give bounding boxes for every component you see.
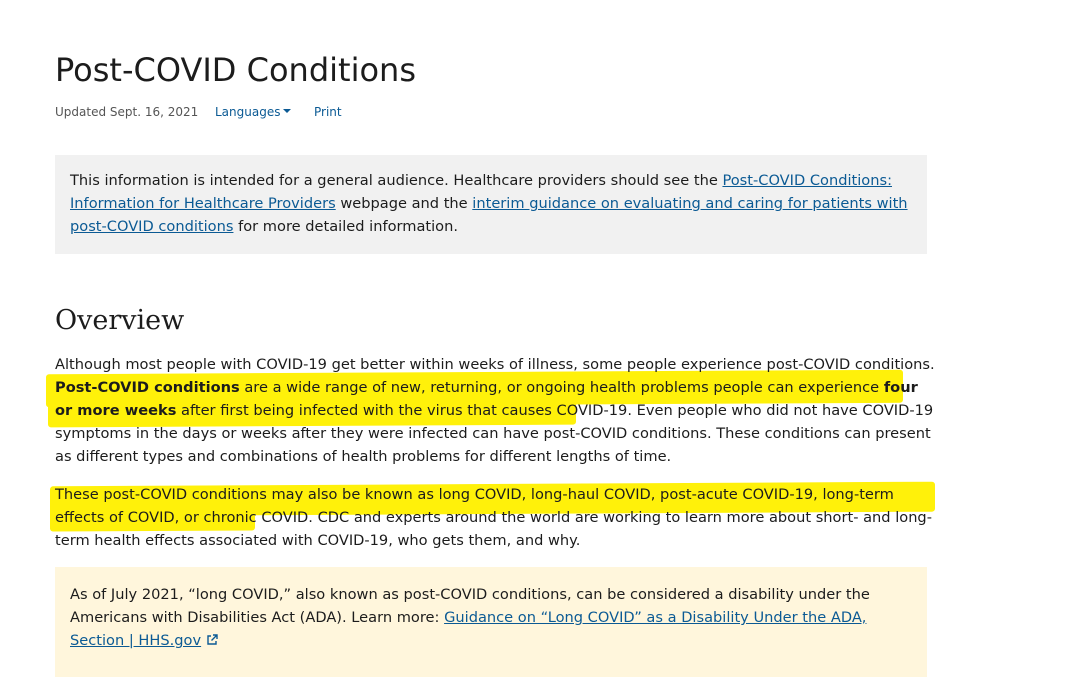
external-link-icon	[207, 634, 218, 645]
notice-text-2: webpage and the	[335, 195, 473, 212]
updated-date: Updated Sept. 16, 2021	[55, 105, 199, 119]
caret-down-icon	[283, 109, 292, 113]
p1-sentence-3: after first being infected with the viru…	[176, 402, 628, 419]
languages-dropdown[interactable]: Languages	[215, 103, 292, 121]
notice-text-3: for more detailed information.	[233, 218, 459, 235]
p1-bold-term: Post-COVID conditions	[55, 379, 240, 396]
overview-paragraph-2: These post-COVID conditions may also be …	[55, 483, 935, 552]
overview-heading: Overview	[55, 305, 185, 336]
page-title: Post-COVID Conditions	[55, 51, 416, 89]
ada-notice: As of July 2021, “long COVID,” also know…	[55, 567, 927, 677]
provider-notice: This information is intended for a gener…	[55, 155, 927, 254]
page-meta: Updated Sept. 16, 2021 Languages Print	[55, 103, 342, 121]
overview-paragraph-1: Although most people with COVID-19 get b…	[55, 353, 935, 468]
languages-label: Languages	[215, 105, 281, 119]
p1-sentence-1: Although most people with COVID-19 get b…	[55, 356, 935, 373]
p1-sentence-2: are a wide range of new, returning, or o…	[239, 379, 884, 396]
notice-text-1: This information is intended for a gener…	[70, 172, 723, 189]
print-link[interactable]: Print	[314, 103, 342, 121]
